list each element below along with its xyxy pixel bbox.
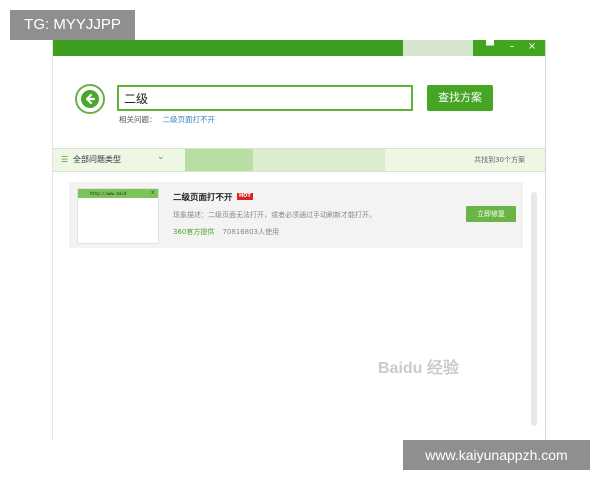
- filter-type-dropdown[interactable]: 全部问题类型: [73, 154, 121, 165]
- back-arrow-icon: [81, 90, 99, 108]
- related-label: 相关问题：: [119, 115, 157, 124]
- search-input-value: 二级: [124, 92, 149, 106]
- filter-bar: ☰ 全部问题类型 ⌄ 共找到30个方案: [53, 148, 545, 172]
- title-bar: ▀ – ×: [53, 40, 545, 56]
- app-window: ▀ – × 二级 查找方案 相关问题： 二级页面打不开 ☰ 全部问题类型 ⌄ 共找…: [52, 40, 546, 440]
- search-button[interactable]: 查找方案: [427, 85, 493, 111]
- hot-badge: HOT: [237, 193, 253, 200]
- thumbnail-close-icon: ×: [150, 190, 155, 196]
- filter-bar-highlight: [185, 149, 253, 171]
- filter-bar-highlight-secondary: [253, 149, 385, 171]
- back-button[interactable]: [75, 84, 105, 114]
- fix-now-button[interactable]: 立即修复: [466, 206, 516, 222]
- result-users: 70816803人使用: [222, 228, 280, 236]
- title-bar-shade: [403, 40, 473, 56]
- result-provider: 360官方提供: [173, 228, 215, 236]
- related-questions: 相关问题： 二级页面打不开: [119, 114, 215, 125]
- filter-list-icon: ☰: [61, 155, 69, 164]
- overlay-tag-top: TG: MYYJJPP: [10, 10, 135, 40]
- related-link[interactable]: 二级页面打不开: [163, 115, 216, 124]
- result-item[interactable]: http://www.baid × 二级页面打不开 HOT 现象描述：二级页面无…: [69, 182, 523, 248]
- minimize-button[interactable]: –: [505, 40, 519, 56]
- result-thumbnail: http://www.baid ×: [77, 188, 159, 244]
- close-button[interactable]: ×: [525, 40, 539, 56]
- overlay-tag-bottom: www.kaiyunappzh.com: [403, 440, 590, 470]
- result-description: 现象描述：二级页面无法打开，或者必须通过手动刷新才能打开。: [173, 211, 376, 219]
- result-meta: 360官方提供 70816803人使用: [173, 227, 279, 237]
- result-count: 共找到30个方案: [474, 156, 525, 164]
- thumbnail-url: http://www.baid: [90, 191, 127, 196]
- scrollbar[interactable]: [531, 192, 537, 426]
- menu-icon[interactable]: ▀: [483, 40, 497, 56]
- result-title[interactable]: 二级页面打不开: [173, 191, 233, 203]
- chevron-down-icon[interactable]: ⌄: [157, 152, 165, 162]
- search-input[interactable]: 二级: [117, 85, 413, 111]
- watermark: Baidu 经验: [378, 360, 459, 377]
